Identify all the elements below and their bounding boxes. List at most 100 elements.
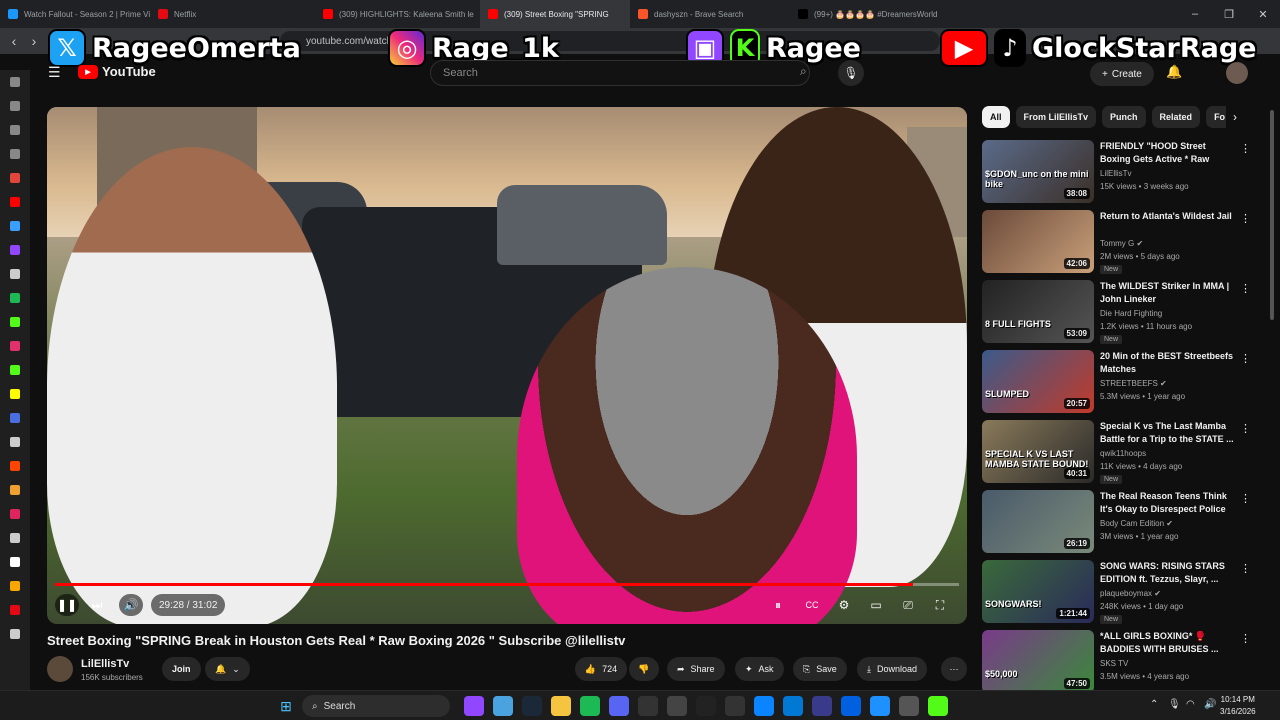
more-vertical-icon[interactable]: ⋮	[1240, 282, 1251, 295]
account-avatar[interactable]	[1226, 62, 1248, 84]
sidebar-app-icon[interactable]	[10, 389, 20, 399]
sidebar-app-icon[interactable]	[10, 533, 20, 543]
recommendation-channel[interactable]: Body Cam Edition ✔	[1100, 519, 1173, 528]
filter-chip[interactable]: From LilEllisTv	[1015, 106, 1097, 128]
recommendation-channel[interactable]: STREETBEEFS ✔	[1100, 379, 1167, 388]
recommendation-title[interactable]: SONG WARS: RISING STARS EDITION ft. Tezz…	[1100, 560, 1238, 586]
more-vertical-icon[interactable]: ⋮	[1240, 632, 1251, 645]
subtitles-button[interactable]: CC	[801, 594, 823, 616]
subscribe-notify-button[interactable]: 🔔 ⌄	[205, 657, 250, 681]
sidebar-app-icon[interactable]	[10, 461, 20, 471]
dislike-button[interactable]: 👎	[629, 657, 659, 681]
cmd-icon[interactable]	[667, 696, 687, 716]
chevron-right-icon[interactable]: ›	[1226, 106, 1244, 128]
cast-icon[interactable]: ⎚	[897, 594, 919, 616]
microphone-icon[interactable]: 🎙	[1168, 699, 1181, 710]
filter-chip[interactable]: All	[982, 106, 1010, 128]
search-input[interactable]: Search	[430, 60, 810, 86]
create-button[interactable]: + Create	[1090, 62, 1154, 86]
recommendation-channel[interactable]: Tommy G ✔	[1100, 239, 1143, 248]
maximize-button[interactable]: ❐	[1212, 0, 1246, 28]
like-button[interactable]: 👍 724	[575, 657, 627, 681]
recommendation-title[interactable]: The Real Reason Teens Think It's Okay to…	[1100, 490, 1238, 516]
photos-icon[interactable]	[493, 696, 513, 716]
video-thumbnail[interactable]: 8 FULL FIGHTS 53:09	[982, 280, 1094, 343]
sidebar-app-icon[interactable]	[10, 317, 20, 327]
app-icon[interactable]	[696, 696, 716, 716]
autoplay-toggle[interactable]: ⏸	[767, 594, 789, 616]
sidebar-app-icon[interactable]	[10, 245, 20, 255]
steam-icon[interactable]	[522, 696, 542, 716]
sidebar-app-icon[interactable]	[10, 605, 20, 615]
share-button[interactable]: ➦ Share	[667, 657, 725, 681]
app-icon[interactable]	[841, 696, 861, 716]
recommendation-item[interactable]: SONGWARS! 1:21:44 SONG WARS: RISING STARS …	[982, 560, 1258, 630]
video-thumbnail[interactable]: SONGWARS! 1:21:44	[982, 560, 1094, 623]
app-icon[interactable]	[870, 696, 890, 716]
volume-icon[interactable]: 🔊	[1204, 699, 1216, 710]
recommendation-title[interactable]: FRIENDLY "HOOD Street Boxing Gets Active…	[1100, 140, 1238, 168]
video-thumbnail[interactable]: 26:19	[982, 490, 1094, 553]
fullscreen-button[interactable]: ⛶	[929, 594, 951, 616]
wifi-icon[interactable]: ◠	[1186, 699, 1195, 710]
sidebar-app-icon[interactable]	[10, 197, 20, 207]
sidebar-scrollbar[interactable]	[1270, 110, 1274, 320]
sidebar-app-icon[interactable]	[10, 509, 20, 519]
recommendation-item[interactable]: 8 FULL FIGHTS 53:09 The WILDEST Striker In…	[982, 280, 1258, 350]
video-thumbnail[interactable]: 42:06	[982, 210, 1094, 273]
more-vertical-icon[interactable]: ⋮	[1240, 492, 1251, 505]
settings-gear-icon[interactable]	[899, 696, 919, 716]
recommendation-item[interactable]: $GDON_unc on the mini bike 38:08 FRIENDLY …	[982, 140, 1258, 210]
sidebar-app-icon[interactable]	[10, 485, 20, 495]
windows-start-icon[interactable]: ⊞	[276, 696, 296, 716]
browser-tab[interactable]: Watch Fallout - Season 2 | Prime Vid	[0, 0, 150, 28]
menu-icon[interactable]: ☰	[48, 64, 61, 81]
sidebar-app-icon[interactable]	[10, 413, 20, 423]
video-player[interactable]: ❚❚ ⏭ 🔊 29:28 / 31:02 ⏸ CC ⚙ ▭ ⎚ ⛶	[47, 107, 967, 624]
sidebar-app-icon[interactable]	[10, 173, 20, 183]
video-progress-bar[interactable]	[55, 583, 959, 586]
app-icon[interactable]	[725, 696, 745, 716]
recommendation-channel[interactable]: qwik11hoops	[1100, 449, 1146, 458]
browser-tab[interactable]: (309) Street Boxing "SPRING	[480, 0, 630, 28]
more-vertical-icon[interactable]: ⋮	[1240, 422, 1251, 435]
video-thumbnail[interactable]: SLUMPED 20:57	[982, 350, 1094, 413]
ask-button[interactable]: ✦ Ask	[735, 657, 784, 681]
browser-tab[interactable]: (309) HIGHLIGHTS: Kaleena Smith le	[315, 0, 480, 28]
video-thumbnail[interactable]: $50,000 47:50	[982, 630, 1094, 693]
recommendation-item[interactable]: SLUMPED 20:57 20 Min of the BEST Streetbee…	[982, 350, 1258, 420]
sidebar-app-icon[interactable]	[10, 269, 20, 279]
app-icon[interactable]	[812, 696, 832, 716]
youtube-logo[interactable]: ▶ YouTube	[78, 64, 156, 79]
recommendation-title[interactable]: *ALL GIRLS BOXING* 🥊 BADDIES WITH BRUISE…	[1100, 630, 1238, 656]
more-vertical-icon[interactable]: ⋮	[1240, 352, 1251, 365]
search-icon[interactable]: ⌕	[800, 64, 807, 79]
app-icon[interactable]	[783, 696, 803, 716]
recommendation-title[interactable]: The WILDEST Striker In MMA | John Lineke…	[1100, 280, 1238, 306]
recommendation-item[interactable]: 26:19 The Real Reason Teens Think It's Ok…	[982, 490, 1258, 560]
pause-button[interactable]: ❚❚	[55, 594, 79, 616]
browser-tab[interactable]: (99+) 🎂🎂🎂🎂 #DreamersWorld	[790, 0, 960, 28]
recommendation-item[interactable]: SPECIAL K VS LAST MAMBA STATE BOUND! 40:3…	[982, 420, 1258, 490]
sidebar-app-icon[interactable]	[10, 125, 20, 135]
sidebar-app-icon[interactable]	[10, 365, 20, 375]
save-button[interactable]: ⎘ Save	[793, 657, 847, 681]
recommendation-channel[interactable]: LilEllisTv	[1100, 169, 1132, 178]
back-button[interactable]: ‹	[4, 31, 24, 51]
video-thumbnail[interactable]: SPECIAL K VS LAST MAMBA STATE BOUND! 40:3…	[982, 420, 1094, 483]
filter-chip[interactable]: Punch	[1102, 106, 1146, 128]
system-clock[interactable]: 10:14 PM 3/16/2026	[1220, 694, 1256, 718]
notifications-icon[interactable]: 🔔	[1166, 64, 1182, 80]
sidebar-app-icon[interactable]	[10, 557, 20, 567]
recommendation-title[interactable]: 20 Min of the BEST Streetbeefs Matches	[1100, 350, 1238, 376]
recommendation-item[interactable]: 42:06 Return to Atlanta's Wildest Jail Tom…	[982, 210, 1258, 280]
sidebar-app-icon[interactable]	[10, 437, 20, 447]
chevron-up-icon[interactable]: ⌃	[1150, 699, 1158, 710]
browser-tab[interactable]: dashyszn - Brave Search	[630, 0, 790, 28]
taskbar-search[interactable]: ⌕ Search	[302, 695, 450, 717]
recommendation-channel[interactable]: Die Hard Fighting	[1100, 309, 1162, 318]
epic-games-icon[interactable]	[638, 696, 658, 716]
recommendation-channel[interactable]: plaqueboymax ✔	[1100, 589, 1161, 598]
recommendation-title[interactable]: Return to Atlanta's Wildest Jail	[1100, 210, 1238, 223]
app-icon[interactable]	[928, 696, 948, 716]
